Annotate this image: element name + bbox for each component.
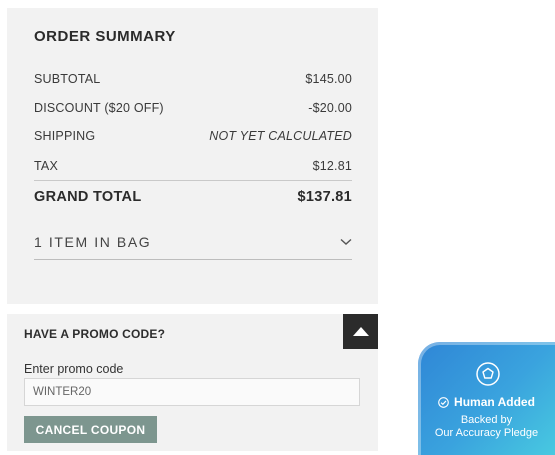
total-divider bbox=[34, 180, 352, 181]
promo-title: HAVE A PROMO CODE? bbox=[24, 327, 166, 341]
discount-row: DISCOUNT ($20 OFF) -$20.00 bbox=[34, 98, 352, 118]
subtotal-value: $145.00 bbox=[305, 72, 352, 86]
caret-up-icon bbox=[352, 327, 369, 336]
promo-panel: HAVE A PROMO CODE? Enter promo code CANC… bbox=[7, 314, 378, 451]
shipping-row: SHIPPING NOT YET CALCULATED bbox=[34, 126, 352, 146]
bag-toggle[interactable]: 1 ITEM IN BAG bbox=[34, 228, 352, 256]
badge-headline: Human Added bbox=[418, 395, 555, 409]
bag-count-label: 1 ITEM IN BAG bbox=[34, 234, 152, 250]
badge-line-2: Our Accuracy Pledge bbox=[434, 427, 539, 439]
badge-line-1: Backed by bbox=[460, 414, 513, 426]
shield-icon bbox=[476, 362, 500, 386]
check-circle-icon bbox=[438, 396, 449, 408]
bag-divider bbox=[34, 259, 352, 260]
order-summary-title: ORDER SUMMARY bbox=[34, 28, 176, 45]
promo-input-label: Enter promo code bbox=[24, 362, 124, 376]
discount-value: -$20.00 bbox=[308, 101, 352, 115]
promo-code-input[interactable] bbox=[24, 378, 360, 406]
grand-total-row: GRAND TOTAL $137.81 bbox=[34, 186, 352, 208]
badge-headline-text: Human Added bbox=[454, 395, 535, 409]
tax-label: TAX bbox=[34, 159, 58, 173]
accuracy-pledge-badge[interactable]: Human Added Backed by Our Accuracy Pledg… bbox=[418, 342, 555, 455]
grand-total-value: $137.81 bbox=[297, 189, 352, 205]
subtotal-label: SUBTOTAL bbox=[34, 72, 101, 86]
subtotal-row: SUBTOTAL $145.00 bbox=[34, 69, 352, 89]
shipping-label: SHIPPING bbox=[34, 129, 96, 143]
chevron-down-icon[interactable] bbox=[340, 238, 352, 246]
promo-collapse-button[interactable] bbox=[343, 314, 378, 349]
order-summary-panel: ORDER SUMMARY SUBTOTAL $145.00 DISCOUNT … bbox=[7, 8, 378, 304]
shipping-value: NOT YET CALCULATED bbox=[209, 129, 352, 143]
tax-value: $12.81 bbox=[312, 159, 352, 173]
tax-row: TAX $12.81 bbox=[34, 156, 352, 176]
grand-total-label: GRAND TOTAL bbox=[34, 189, 142, 205]
discount-label: DISCOUNT ($20 OFF) bbox=[34, 101, 164, 115]
cancel-coupon-button[interactable]: CANCEL COUPON bbox=[24, 416, 157, 443]
